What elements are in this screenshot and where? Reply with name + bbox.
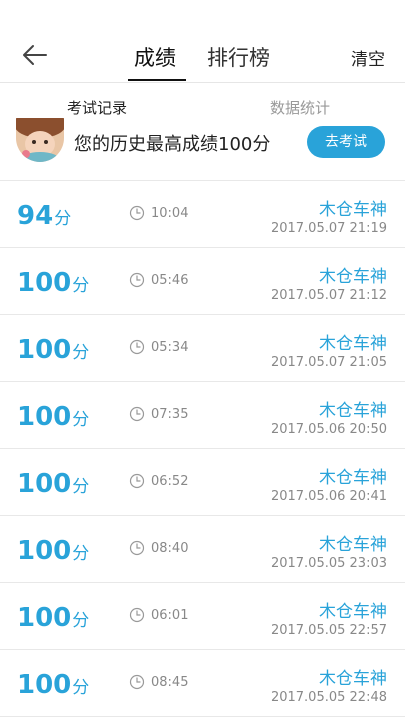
exam-datetime: 2017.05.07 21:05 xyxy=(270,355,387,370)
user-name: 木仓车神 xyxy=(319,669,387,689)
score-unit: 分 xyxy=(54,209,72,229)
clear-button[interactable]: 清空 xyxy=(351,45,385,70)
score-unit: 分 xyxy=(72,276,90,296)
exam-duration: 06:01 xyxy=(151,608,189,623)
score-number: 94 xyxy=(17,201,54,231)
exam-datetime: 2017.05.05 23:03 xyxy=(270,556,387,571)
tab-ranking[interactable]: 排行榜 xyxy=(207,42,270,72)
clock-icon xyxy=(129,272,145,288)
exam-datetime: 2017.05.05 22:48 xyxy=(270,690,387,705)
score-value: 100分 xyxy=(17,536,89,566)
record-row[interactable]: 100分 08:45 木仓车神 2017.05.05 22:48 xyxy=(0,650,405,717)
user-name: 木仓车神 xyxy=(319,401,387,421)
score-unit: 分 xyxy=(72,544,90,564)
clock-icon xyxy=(129,540,145,556)
exam-duration: 10:04 xyxy=(151,206,189,221)
record-row[interactable]: 94分 10:04 木仓车神 2017.05.07 21:19 xyxy=(0,181,405,248)
score-number: 100 xyxy=(17,335,72,365)
score-value: 100分 xyxy=(17,603,89,633)
exam-duration: 07:35 xyxy=(151,407,189,422)
subtab-exam-records[interactable]: 考试记录 xyxy=(67,97,127,118)
top-bar: 成绩 排行榜 清空 xyxy=(0,0,405,83)
clock-icon xyxy=(129,607,145,623)
score-value: 94分 xyxy=(17,201,71,231)
best-score-text: 您的历史最高成绩100分 xyxy=(74,134,271,155)
arrow-left-icon[interactable] xyxy=(20,40,50,70)
score-value: 100分 xyxy=(17,402,89,432)
exam-duration: 08:45 xyxy=(151,675,189,690)
score-number: 100 xyxy=(17,670,72,700)
exam-duration: 05:46 xyxy=(151,273,189,288)
clock-icon xyxy=(129,339,145,355)
user-name: 木仓车神 xyxy=(319,602,387,622)
record-row[interactable]: 100分 06:01 木仓车神 2017.05.05 22:57 xyxy=(0,583,405,650)
score-unit: 分 xyxy=(72,343,90,363)
exam-datetime: 2017.05.06 20:50 xyxy=(270,422,387,437)
score-value: 100分 xyxy=(17,670,89,700)
user-name: 木仓车神 xyxy=(319,267,387,287)
score-number: 100 xyxy=(17,268,72,298)
user-name: 木仓车神 xyxy=(319,535,387,555)
go-exam-button[interactable]: 去考试 xyxy=(307,126,385,158)
exam-datetime: 2017.05.07 21:12 xyxy=(270,288,387,303)
clock-icon xyxy=(129,674,145,690)
subtab-statistics[interactable]: 数据统计 xyxy=(270,97,330,118)
score-value: 100分 xyxy=(17,268,89,298)
user-name: 木仓车神 xyxy=(319,200,387,220)
score-unit: 分 xyxy=(72,678,90,698)
record-row[interactable]: 100分 05:34 木仓车神 2017.05.07 21:05 xyxy=(0,315,405,382)
exam-duration: 06:52 xyxy=(151,474,189,489)
score-value: 100分 xyxy=(17,469,89,499)
record-row[interactable]: 100分 06:52 木仓车神 2017.05.06 20:41 xyxy=(0,449,405,516)
score-unit: 分 xyxy=(72,611,90,631)
score-value: 100分 xyxy=(17,335,89,365)
best-score-banner: 您的历史最高成绩100分 去考试 xyxy=(0,118,405,181)
user-name: 木仓车神 xyxy=(319,468,387,488)
record-row[interactable]: 100分 05:46 木仓车神 2017.05.07 21:12 xyxy=(0,248,405,315)
score-number: 100 xyxy=(17,469,72,499)
clock-icon xyxy=(129,406,145,422)
clock-icon xyxy=(129,473,145,489)
tab-score[interactable]: 成绩 xyxy=(134,42,176,72)
score-number: 100 xyxy=(17,402,72,432)
record-list: 94分 10:04 木仓车神 2017.05.07 21:19 100分 05:46 木仓车… xyxy=(0,181,405,717)
exam-datetime: 2017.05.07 21:19 xyxy=(270,221,387,236)
avatar xyxy=(16,118,64,162)
exam-duration: 08:40 xyxy=(151,541,189,556)
score-unit: 分 xyxy=(72,410,90,430)
clock-icon xyxy=(129,205,145,221)
record-row[interactable]: 100分 08:40 木仓车神 2017.05.05 23:03 xyxy=(0,516,405,583)
score-number: 100 xyxy=(17,603,72,633)
exam-duration: 05:34 xyxy=(151,340,189,355)
score-unit: 分 xyxy=(72,477,90,497)
record-row[interactable]: 100分 07:35 木仓车神 2017.05.06 20:50 xyxy=(0,382,405,449)
exam-datetime: 2017.05.06 20:41 xyxy=(270,489,387,504)
tab-indicator xyxy=(128,79,186,81)
exam-datetime: 2017.05.05 22:57 xyxy=(270,623,387,638)
user-name: 木仓车神 xyxy=(319,334,387,354)
score-number: 100 xyxy=(17,536,72,566)
